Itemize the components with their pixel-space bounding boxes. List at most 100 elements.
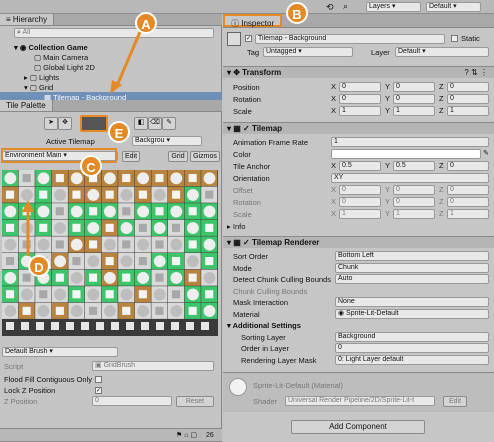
search-icon[interactable]: ⌕ [343, 1, 348, 12]
hierarchy-search-input[interactable]: ⌕ All [14, 28, 214, 38]
gizmos-toggle-button[interactable]: Gizmos [190, 151, 220, 162]
palette-mini-tile[interactable] [186, 322, 194, 330]
picker-tool-button[interactable]: ✎ [162, 117, 176, 130]
color-label: Color [233, 150, 251, 159]
grid-toggle-button[interactable]: Grid [168, 151, 188, 162]
palette-mini-tile[interactable] [6, 322, 14, 330]
palette-mini-tile[interactable] [21, 322, 29, 330]
orientation-value: XY [334, 174, 344, 181]
renderer-header[interactable]: ▾ ▦ ✓ Tilemap Renderer [223, 236, 494, 248]
layers-label: Layers [369, 3, 391, 10]
fill-tool-button[interactable]: ◧ [134, 117, 148, 130]
layout-dropdown[interactable]: Default ▾ [426, 2, 481, 12]
rotation-y-field[interactable]: 0 [393, 94, 435, 104]
position-y-field[interactable]: 0 [393, 82, 435, 92]
frame-rate-field[interactable]: 1 [331, 137, 489, 147]
reset-button[interactable]: Reset [176, 396, 214, 407]
palette-mini-tile[interactable] [201, 322, 209, 330]
tab-tile-palette[interactable]: Tile Palette [0, 100, 53, 111]
palette-mini-tile[interactable] [66, 322, 74, 330]
transform-header[interactable]: ▾ ✥ Transform? ⇅ ⋮ [223, 66, 494, 78]
additional-settings-label[interactable]: ▾ Additional Settings [223, 320, 494, 331]
palette-canvas[interactable] [2, 170, 218, 336]
scale-z-field[interactable]: 1 [447, 106, 489, 116]
component-menu-icon[interactable]: ? ⇅ ⋮ [464, 67, 488, 79]
scale-x-field[interactable]: 1 [339, 106, 381, 116]
color-field[interactable] [331, 149, 481, 159]
palette-dropdown[interactable]: Environment Main ▾ [2, 151, 118, 161]
object-name-field[interactable]: Tilemap - Background [255, 34, 445, 44]
tag-dropdown[interactable]: Untagged ▾ [263, 47, 353, 57]
paint-tool-button[interactable] [80, 115, 108, 132]
eraser-tool-button[interactable]: ⌫ [148, 117, 162, 130]
palette-mini-tile[interactable] [36, 322, 44, 330]
inspector-tab-label: Inspector [241, 19, 275, 28]
orientation-dropdown[interactable]: XY [331, 173, 489, 183]
flood-fill-checkbox[interactable] [95, 376, 102, 383]
item-label: Collection Game [28, 43, 88, 52]
static-checkbox[interactable] [451, 35, 458, 42]
object-active-checkbox[interactable]: ✓ [245, 35, 252, 42]
anchor-x-field[interactable]: 0.5 [339, 161, 381, 171]
tm-scale-y-field: 1 [393, 209, 435, 219]
move-tool-button[interactable]: ✥ [58, 117, 72, 130]
shader-label: Shader [253, 397, 278, 406]
palette-mini-tile[interactable] [156, 322, 164, 330]
tile-square-motif [172, 223, 181, 232]
item-label: Lights [39, 73, 60, 82]
brush-dropdown[interactable]: Default Brush ▾ [2, 347, 118, 357]
shader-field: Universal Render Pipeline/2D/Sprite-Lit-… [285, 396, 435, 406]
sort-order-field[interactable]: Bottom Left [335, 251, 489, 261]
palette-mini-tile[interactable] [141, 322, 149, 330]
tile-circle-motif [103, 205, 116, 218]
tile-circle-motif [4, 271, 17, 284]
select-tool-button[interactable]: ➤ [44, 117, 58, 130]
status-bar: ⚑ ⌂ ▢ 26 [0, 428, 222, 442]
tab-inspector[interactable]: ⓘ Inspector [223, 14, 283, 28]
tile-square-motif [55, 207, 64, 216]
add-component-button[interactable]: Add Component [291, 420, 425, 434]
rotation-x-field[interactable]: 0 [339, 94, 381, 104]
active-tilemap-dropdown[interactable]: Backgrou ▾ [132, 136, 202, 146]
position-x-field[interactable]: 0 [339, 82, 381, 92]
layer-dropdown[interactable]: Default ▾ [395, 47, 489, 57]
tile-circle-motif [137, 271, 150, 284]
grid-label: Grid [171, 153, 185, 160]
detect-culling-field[interactable]: Auto [335, 274, 489, 284]
sorting-layer-field[interactable]: Background [335, 331, 489, 342]
palette-mini-tile[interactable] [111, 322, 119, 330]
lock-z-checkbox[interactable]: ✓ [95, 387, 102, 394]
axis-x-label: X [331, 94, 337, 103]
mode-field[interactable]: Chunk [335, 262, 489, 273]
palette-mini-tile[interactable] [126, 322, 134, 330]
rendering-layer-mask-field[interactable]: 0: Light Layer default [335, 354, 489, 365]
tile-square-motif [205, 257, 214, 266]
palette-mini-tile[interactable] [96, 322, 104, 330]
tab-hierarchy[interactable]: ≡ Hierarchy [0, 14, 55, 25]
tile-circle-motif [4, 205, 17, 218]
tilemap-header[interactable]: ▾ ▦ ✓ Tilemap [223, 122, 494, 134]
palette-mini-tile[interactable] [171, 322, 179, 330]
tile-square-motif [72, 257, 81, 266]
anchor-y-field[interactable]: 0.5 [393, 161, 435, 171]
eyedropper-icon[interactable]: ✎ [483, 149, 489, 157]
mask-interaction-field[interactable]: None [335, 297, 489, 307]
offset-z-field: 0 [447, 185, 489, 195]
info-row[interactable]: ▸ Info [223, 221, 494, 232]
position-z-field[interactable]: 0 [447, 82, 489, 92]
edit-palette-button[interactable]: Edit [122, 151, 140, 162]
tile-square-motif [55, 273, 64, 282]
item-label: Main Camera [43, 53, 89, 62]
undo-history-icon[interactable]: ⟲ [326, 2, 334, 13]
rotation-z-field[interactable]: 0 [447, 94, 489, 104]
palette-mini-tile[interactable] [51, 322, 59, 330]
palette-mini-tile[interactable] [81, 322, 89, 330]
scale-y-field[interactable]: 1 [393, 106, 435, 116]
material-field[interactable]: ◉ Sprite-Lit-Default [335, 308, 489, 319]
tile-square-motif [205, 290, 214, 299]
layers-dropdown[interactable]: Layers ▾ [366, 2, 421, 12]
offset-y-field: 0 [393, 185, 435, 195]
shader-edit-button[interactable]: Edit [443, 396, 467, 407]
order-in-layer-field[interactable]: 0 [335, 343, 489, 353]
anchor-z-field[interactable]: 0 [447, 161, 489, 171]
